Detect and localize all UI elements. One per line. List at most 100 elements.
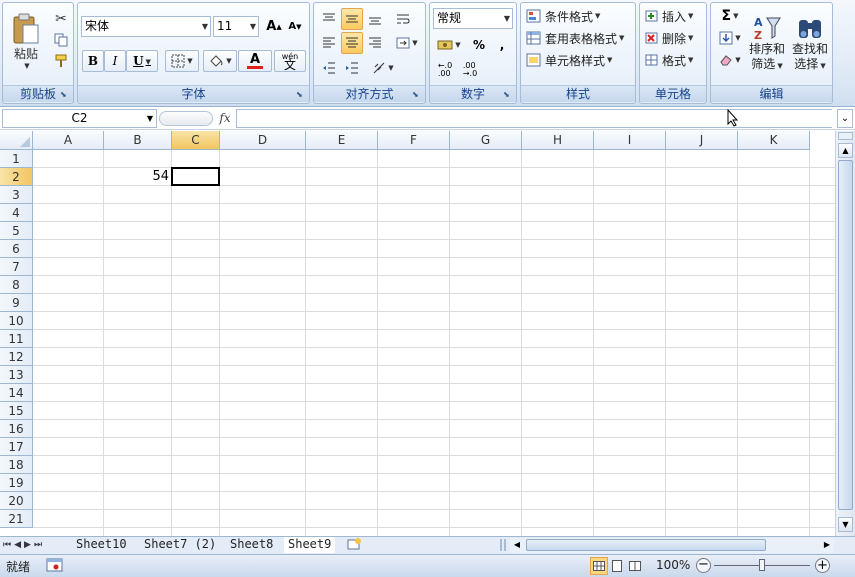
prev-sheet-icon[interactable]: ◀: [14, 540, 24, 550]
sheet-tab-sheet10[interactable]: Sheet10: [72, 537, 131, 553]
alignment-launcher-icon[interactable]: ⬊: [412, 90, 422, 100]
row-header-11[interactable]: 11: [0, 330, 33, 348]
row-header-15[interactable]: 15: [0, 402, 33, 420]
autosum-button[interactable]: Σ ▼: [714, 6, 746, 26]
accounting-format-button[interactable]: ▼: [433, 34, 465, 56]
decrease-decimal-button[interactable]: .00 →.0: [458, 59, 482, 81]
zoom-out-button[interactable]: −: [696, 558, 711, 573]
column-header-C[interactable]: C: [172, 131, 220, 150]
column-header-A[interactable]: A: [33, 131, 104, 150]
copy-button[interactable]: [51, 30, 71, 50]
row-header-4[interactable]: 4: [0, 204, 33, 222]
format-as-table-button[interactable]: 套用表格格式 ▼: [525, 28, 633, 48]
cell-B2[interactable]: 54: [104, 168, 169, 186]
increase-indent-button[interactable]: [341, 57, 363, 79]
scroll-thumb[interactable]: [838, 160, 853, 510]
column-header-K[interactable]: K: [738, 131, 810, 150]
shrink-font-button[interactable]: A ▼: [285, 16, 305, 37]
formula-input[interactable]: [236, 109, 832, 128]
fill-color-button[interactable]: ▼: [203, 50, 237, 72]
merge-center-button[interactable]: ▼: [392, 32, 422, 54]
column-header-H[interactable]: H: [522, 131, 594, 150]
row-header-17[interactable]: 17: [0, 438, 33, 456]
zoom-level[interactable]: 100%: [656, 558, 690, 572]
sheet-tab-sheet8[interactable]: Sheet8: [226, 537, 277, 553]
row-header-14[interactable]: 14: [0, 384, 33, 402]
scroll-down-button[interactable]: ▼: [838, 517, 853, 532]
row-header-16[interactable]: 16: [0, 420, 33, 438]
column-header-F[interactable]: F: [378, 131, 450, 150]
fill-button[interactable]: ▼: [714, 28, 746, 48]
zoom-slider-thumb[interactable]: [759, 559, 765, 571]
grow-font-button[interactable]: A ▲: [264, 16, 284, 37]
insert-worksheet-button[interactable]: [342, 537, 368, 553]
decrease-indent-button[interactable]: [318, 57, 340, 79]
horizontal-scroll-thumb[interactable]: [526, 539, 766, 551]
row-header-12[interactable]: 12: [0, 348, 33, 366]
align-bottom-button[interactable]: [364, 8, 386, 30]
align-right-button[interactable]: [364, 32, 386, 54]
align-top-button[interactable]: [318, 8, 340, 30]
row-header-5[interactable]: 5: [0, 222, 33, 240]
column-header-J[interactable]: J: [666, 131, 738, 150]
row-header-1[interactable]: 1: [0, 150, 33, 168]
align-center-button[interactable]: [341, 32, 363, 54]
scroll-left-button[interactable]: ◀: [510, 538, 524, 552]
worksheet-grid[interactable]: ABCDEFGHIJK 1 2 3 4 5 6 7 8 9 10 11 12 13 14 15 16 17 18 1…: [0, 131, 835, 536]
page-break-view-button[interactable]: [626, 557, 644, 575]
comma-style-button[interactable]: ,: [491, 34, 513, 56]
tab-split-handle[interactable]: [500, 539, 506, 551]
number-launcher-icon[interactable]: ⬊: [503, 90, 513, 100]
italic-button[interactable]: I: [104, 50, 126, 72]
cell-styles-button[interactable]: 单元格样式 ▼: [525, 50, 633, 70]
font-launcher-icon[interactable]: ⬊: [296, 90, 306, 100]
column-header-I[interactable]: I: [594, 131, 666, 150]
first-sheet-icon[interactable]: ⏮: [3, 540, 14, 550]
align-left-button[interactable]: [318, 32, 340, 54]
row-header-7[interactable]: 7: [0, 258, 33, 276]
page-layout-view-button[interactable]: [608, 557, 626, 575]
underline-button[interactable]: U ▼: [126, 50, 158, 72]
last-sheet-icon[interactable]: ⏭: [34, 540, 45, 550]
borders-button[interactable]: ▼: [165, 50, 199, 72]
font-name-combo[interactable]: 宋体 ▼: [81, 16, 211, 37]
row-header-9[interactable]: 9: [0, 294, 33, 312]
sheet-tab-sheet7-2[interactable]: Sheet7 (2): [140, 537, 220, 553]
expand-formula-bar-button[interactable]: ⌄: [837, 109, 853, 128]
insert-function-button[interactable]: fx: [216, 109, 234, 128]
font-size-combo[interactable]: 11 ▼: [213, 16, 259, 37]
horizontal-scrollbar[interactable]: ◀ ▶: [510, 538, 834, 553]
find-select-button[interactable]: 查找和 选择 ▼: [789, 6, 831, 82]
number-format-combo[interactable]: 常规 ▼: [433, 8, 513, 29]
row-header-21[interactable]: 21: [0, 510, 33, 528]
percent-style-button[interactable]: %: [468, 34, 490, 56]
row-header-6[interactable]: 6: [0, 240, 33, 258]
wrap-text-button[interactable]: [392, 8, 414, 30]
split-box[interactable]: [838, 132, 853, 140]
normal-view-button[interactable]: [590, 557, 608, 575]
clipboard-launcher-icon[interactable]: ⬊: [60, 90, 70, 100]
bold-button[interactable]: B: [82, 50, 104, 72]
format-painter-button[interactable]: [51, 51, 71, 71]
scroll-up-button[interactable]: ▲: [838, 143, 853, 158]
column-header-B[interactable]: B: [104, 131, 172, 150]
clear-button[interactable]: ▼: [714, 50, 746, 70]
cut-button[interactable]: ✂: [51, 9, 71, 29]
delete-cells-button[interactable]: 删除 ▼: [643, 28, 705, 48]
vertical-scrollbar[interactable]: ▲ ▼: [835, 131, 855, 536]
formula-bar-splitter[interactable]: [159, 111, 213, 126]
increase-decimal-button[interactable]: ←.0 .00: [433, 59, 457, 81]
insert-cells-button[interactable]: 插入 ▼: [643, 6, 705, 26]
row-header-10[interactable]: 10: [0, 312, 33, 330]
column-header-E[interactable]: E: [306, 131, 378, 150]
phonetic-button[interactable]: wén 文: [274, 50, 306, 72]
name-box[interactable]: C2 ▼: [2, 109, 157, 128]
row-header-2[interactable]: 2: [0, 168, 33, 186]
scroll-right-button[interactable]: ▶: [820, 538, 834, 552]
paste-dropdown-icon[interactable]: ▼: [24, 62, 29, 70]
macro-record-icon[interactable]: [46, 558, 64, 573]
row-header-18[interactable]: 18: [0, 456, 33, 474]
column-header-G[interactable]: G: [450, 131, 522, 150]
row-header-13[interactable]: 13: [0, 366, 33, 384]
select-all-button[interactable]: [0, 131, 33, 150]
